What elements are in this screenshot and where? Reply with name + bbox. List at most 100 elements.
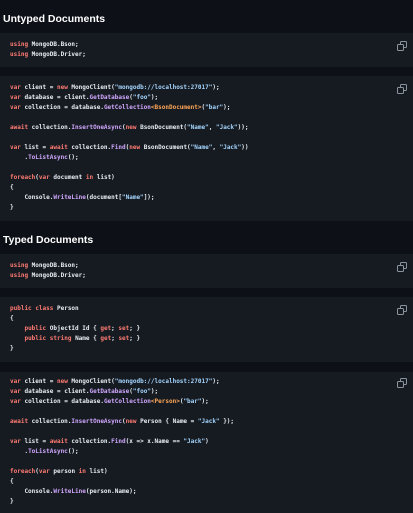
code-line: var list = await collection.Find(x => x.… xyxy=(10,437,234,447)
code-token: collection. xyxy=(28,124,72,131)
code-token: "mongodb://localhost:27017" xyxy=(114,84,213,91)
code-token: var xyxy=(10,378,21,385)
code-token: await xyxy=(49,438,68,445)
code-line: var database = client.GetDatabase("foo")… xyxy=(10,93,249,103)
code-token: ; } xyxy=(129,325,141,332)
code-text: using MongoDB.Bson; using MongoDB.Driver; xyxy=(10,40,86,60)
code-token: "foo" xyxy=(132,94,151,101)
code-token: (); xyxy=(67,154,79,161)
code-token: new xyxy=(125,124,137,131)
code-text: using MongoDB.Bson; using MongoDB.Driver; xyxy=(10,261,86,281)
code-token: , xyxy=(208,124,216,131)
code-token: client = xyxy=(20,84,57,91)
code-line: { xyxy=(10,477,234,487)
code-token: get xyxy=(100,335,112,342)
code-token: MongoClient( xyxy=(67,378,115,385)
code-line: var list = await collection.Find(new Bso… xyxy=(10,143,249,153)
code-token: ); xyxy=(150,388,159,395)
code-token: { xyxy=(10,478,14,485)
code-text: var client = new MongoClient("mongodb://… xyxy=(10,83,249,213)
code-line: await collection.InsertOneAsync(new Bson… xyxy=(10,123,249,133)
section-title-untyped: Untyped Documents xyxy=(3,13,106,25)
code-line: } xyxy=(10,497,234,507)
copy-code-button[interactable] xyxy=(397,262,407,272)
copy-code-button[interactable] xyxy=(397,378,407,388)
code-token: set xyxy=(118,335,130,342)
code-token: Find xyxy=(111,438,126,445)
code-token: "Jack" xyxy=(197,418,220,425)
code-token: "Name" xyxy=(190,144,213,151)
code-token: MongoClient( xyxy=(67,84,115,91)
code-token: var xyxy=(38,174,50,181)
copy-code-button[interactable] xyxy=(397,305,407,315)
code-token: string xyxy=(49,335,72,342)
code-token: var xyxy=(38,468,50,475)
code-token: collection. xyxy=(67,144,112,151)
code-block-typed-example: var client = new MongoClient("mongodb://… xyxy=(0,372,413,513)
code-token: "foo" xyxy=(132,388,151,395)
code-line: using MongoDB.Driver; xyxy=(10,50,86,60)
code-line: var collection = database.GetCollection<… xyxy=(10,103,249,113)
code-token: "bar" xyxy=(205,104,224,111)
code-token: using xyxy=(10,51,29,58)
code-token: . xyxy=(10,448,29,455)
code-line: var collection = database.GetCollection<… xyxy=(10,397,234,407)
code-token: WriteLine xyxy=(53,488,86,495)
code-token: ) xyxy=(205,438,209,445)
code-token: <Person> xyxy=(150,398,180,405)
code-token: ); xyxy=(150,94,159,101)
copy-icon xyxy=(397,378,407,388)
code-token: . xyxy=(10,154,29,161)
code-token: var xyxy=(10,84,21,91)
code-token: ToListAsync xyxy=(28,448,68,455)
copy-code-button[interactable] xyxy=(397,41,407,51)
code-line: public class Person xyxy=(10,304,140,314)
code-token: var xyxy=(10,104,21,111)
copy-icon xyxy=(397,41,407,51)
code-token: ); xyxy=(212,84,220,91)
code-token: person xyxy=(49,468,79,475)
code-line: public ObjectId Id { get; set; } xyxy=(10,324,140,334)
code-token: InsertOneAsync xyxy=(71,124,122,131)
code-token: var xyxy=(10,388,21,395)
code-token: list = xyxy=(20,438,50,445)
code-block-typed-usings: using MongoDB.Bson; using MongoDB.Driver; xyxy=(0,254,413,288)
code-token: WriteLine xyxy=(53,194,86,201)
code-line: { xyxy=(10,314,140,324)
code-line: Console.WriteLine(document["Name"]); xyxy=(10,193,249,203)
code-token: BsonDocument( xyxy=(136,124,188,131)
code-token: (x => x.Name == xyxy=(125,438,184,445)
code-token: (); xyxy=(67,448,79,455)
code-token: , xyxy=(212,144,220,151)
code-token: Console. xyxy=(10,488,54,495)
code-text: var client = new MongoClient("mongodb://… xyxy=(10,377,234,507)
section-title-typed: Typed Documents xyxy=(3,234,94,246)
code-token: new xyxy=(56,84,68,91)
code-token: database = client. xyxy=(20,94,90,101)
code-token: MongoDB.Driver; xyxy=(28,272,86,279)
code-token: ); xyxy=(223,104,231,111)
code-token: ]); xyxy=(143,194,155,201)
code-token: ObjectId Id { xyxy=(46,325,101,332)
code-line: await collection.InsertOneAsync(new Pers… xyxy=(10,417,234,427)
code-line: using MongoDB.Bson; xyxy=(10,261,86,271)
code-token: list = xyxy=(20,144,50,151)
code-token: public xyxy=(10,305,32,312)
code-token: (person.Name); xyxy=(85,488,137,495)
code-line: var database = client.GetDatabase("foo")… xyxy=(10,387,234,397)
copy-code-button[interactable] xyxy=(397,84,407,94)
code-token: <BsonDocument> xyxy=(150,104,202,111)
code-token: "Jack" xyxy=(215,124,238,131)
code-token: collection. xyxy=(67,438,112,445)
code-token: "bar" xyxy=(183,398,202,405)
code-token: } xyxy=(10,498,14,505)
code-token: var xyxy=(10,398,21,405)
code-token: Person { Name = xyxy=(136,418,198,425)
code-token: client = xyxy=(20,378,57,385)
code-line: { xyxy=(10,183,249,193)
code-token: "Name" xyxy=(122,194,144,201)
code-token: get xyxy=(100,325,112,332)
